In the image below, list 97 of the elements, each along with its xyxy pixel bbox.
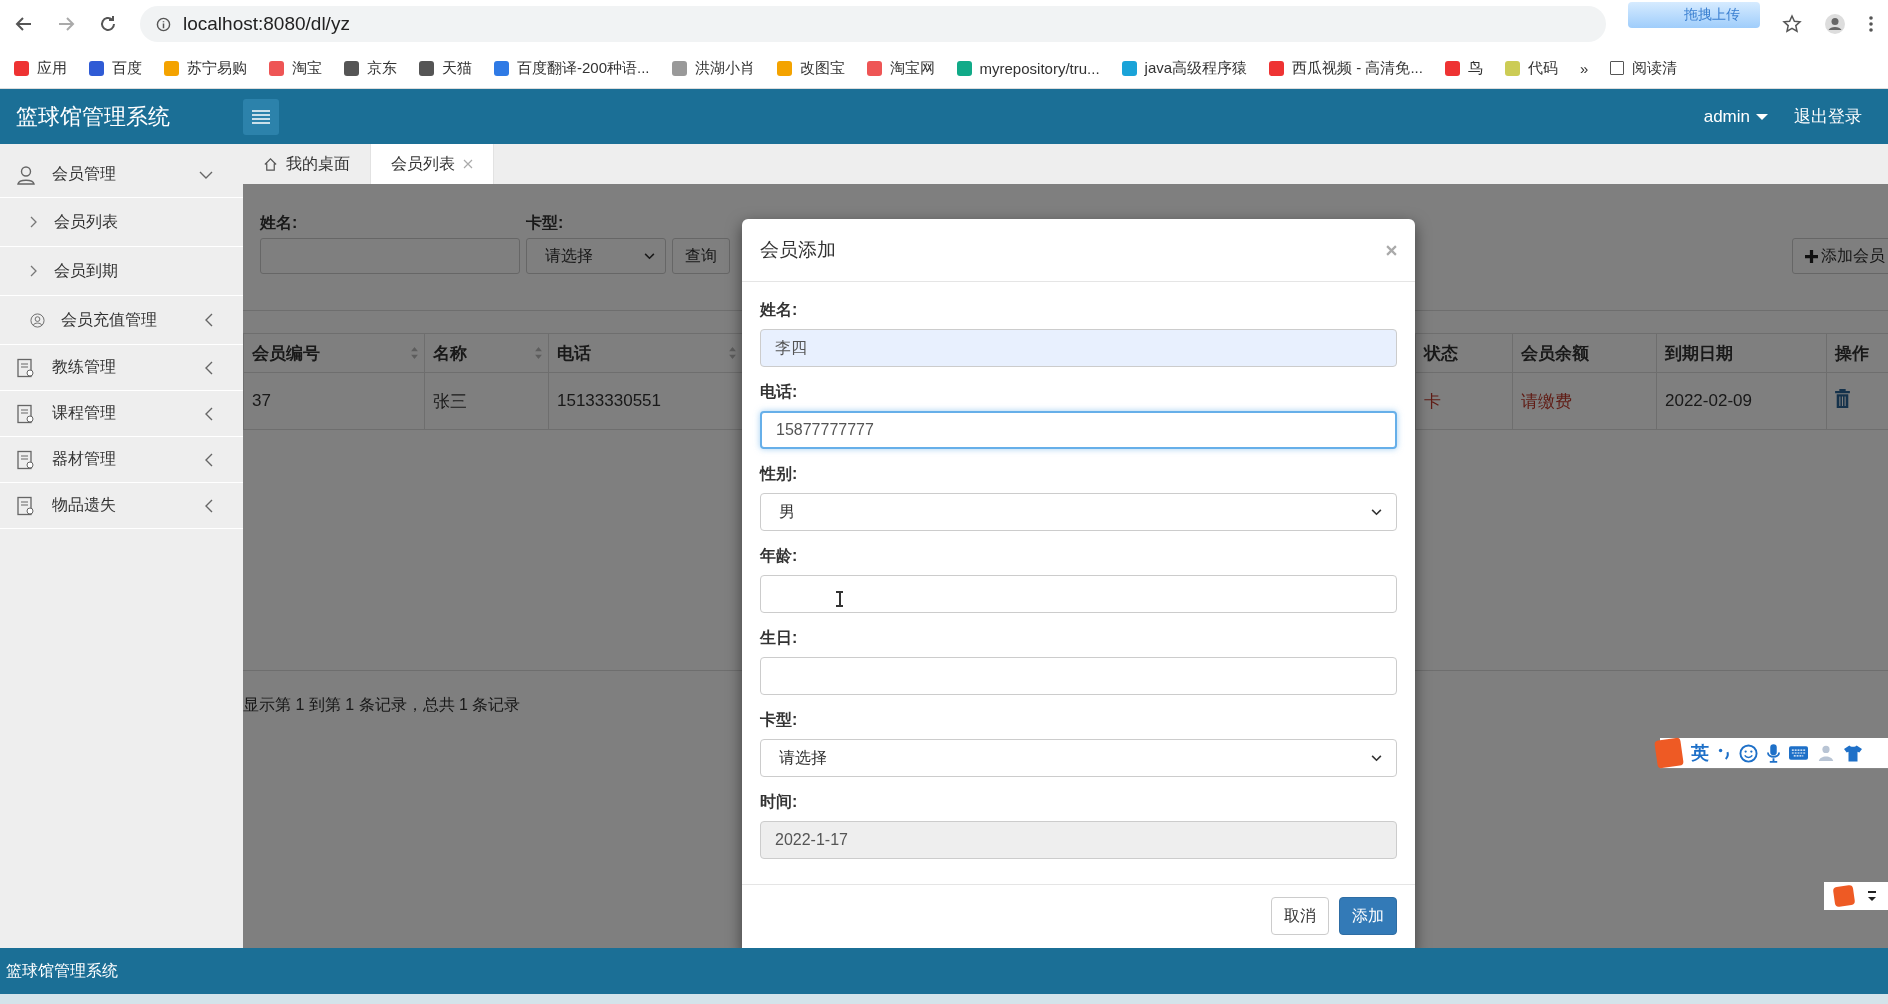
bookmark[interactable]: 西瓜视频 - 高清免... [1269, 58, 1423, 78]
sidebar-subitem[interactable]: 会员到期 [0, 247, 243, 296]
chevron-right-icon [30, 265, 38, 277]
more-bookmarks[interactable]: » [1579, 59, 1589, 77]
info-icon[interactable] [156, 16, 171, 32]
sidebar-item[interactable]: 器材管理 [0, 437, 243, 483]
sidebar-subitem[interactable]: 会员列表 [0, 198, 243, 247]
field-label: 卡型: [526, 213, 565, 233]
person-icon [16, 164, 36, 185]
expand-icon[interactable] [1868, 890, 1876, 902]
dropdown[interactable]: 请选择 [760, 739, 1397, 777]
column-header[interactable]: 电话 [548, 333, 743, 373]
input-field[interactable] [760, 575, 1397, 613]
menu-icon[interactable] [1868, 14, 1874, 34]
bookmark[interactable]: 代码 [1504, 58, 1558, 78]
address-bar[interactable]: localhost:8080/dl/yz [140, 6, 1606, 42]
field-label: 姓名: [260, 213, 299, 233]
query-button[interactable]: 查询 [672, 238, 730, 274]
star-icon[interactable] [1782, 14, 1802, 34]
bookmark[interactable]: 苏宁易购 [164, 58, 247, 78]
bookmark[interactable]: 京东 [344, 58, 397, 78]
cancel-button[interactable]: 取消 [1271, 897, 1329, 935]
bookmark[interactable]: 鸟 [1444, 58, 1483, 78]
bookmark[interactable]: 应用 [14, 58, 67, 78]
bookmark[interactable]: 天猫 [419, 58, 472, 78]
add-member-button[interactable]: 添加会员 [1792, 238, 1888, 274]
bookmark[interactable]: 百度 [89, 58, 142, 78]
input-field[interactable]: 李四 [760, 329, 1397, 367]
document-icon [16, 449, 36, 470]
profile-icon[interactable] [1824, 13, 1846, 35]
bookmark[interactable]: java高级程序猿 [1121, 58, 1248, 78]
user-circle-icon [30, 312, 45, 328]
close-icon[interactable] [1386, 244, 1397, 256]
caret-icon [1371, 754, 1382, 762]
sidebar-item[interactable]: 物品遗失 [0, 483, 243, 529]
trash-icon[interactable] [1835, 389, 1850, 408]
table-cell: 37 [243, 372, 425, 430]
field-label: 时间: [760, 792, 799, 812]
dialog-title: 会员添加 [760, 238, 836, 262]
ime-logo-icon[interactable] [1654, 737, 1684, 769]
app-title: 篮球馆管理系统 [15, 102, 171, 131]
microphone-icon[interactable] [1767, 743, 1780, 763]
dropdown[interactable]: 男 [760, 493, 1397, 531]
bookmark[interactable]: myrepository/tru... [956, 59, 1100, 77]
document-icon [16, 357, 36, 378]
field-label: 姓名: [760, 300, 799, 320]
bookmark[interactable]: 淘宝 [269, 58, 322, 78]
field-label: 电话: [760, 382, 799, 402]
plus-icon [1805, 249, 1818, 263]
document-icon [16, 403, 36, 424]
caret-icon [644, 252, 655, 260]
table-cell: 2022-02-09 [1656, 372, 1827, 430]
caret-icon [1371, 508, 1382, 516]
close-icon[interactable] [463, 159, 473, 169]
field-label: 卡型: [760, 710, 799, 730]
menu-toggle-button[interactable] [243, 98, 279, 135]
bookmark[interactable]: 改图宝 [776, 58, 845, 78]
field-label: 性别: [760, 464, 799, 484]
sidebar-subitem[interactable]: 会员充值管理 [0, 296, 243, 345]
pagination-info: 显示第 1 到第 1 条记录，总共 1 条记录 [243, 695, 521, 715]
tab[interactable]: 会员列表 [371, 144, 494, 184]
bookmark[interactable]: 洪湖小肖 [671, 58, 755, 78]
logout-link[interactable]: 退出登录 [1794, 105, 1862, 128]
sidebar-item[interactable]: 课程管理 [0, 391, 243, 437]
bookmark[interactable]: 淘宝网 [866, 58, 935, 78]
keyboard-icon[interactable] [1789, 746, 1808, 760]
user-menu[interactable]: admin [1703, 106, 1768, 127]
chevron-right-icon [30, 216, 38, 228]
shirt-icon[interactable] [1844, 744, 1862, 762]
home-icon [263, 156, 278, 172]
field-label: 年龄: [760, 546, 799, 566]
bookmark[interactable]: 百度翻译-200种语... [494, 58, 650, 78]
document-icon [16, 495, 36, 516]
column-header[interactable]: 操作 [1826, 333, 1888, 373]
footer-title: 篮球馆管理系统 [6, 960, 118, 981]
input-field[interactable] [760, 657, 1397, 695]
column-header[interactable]: 名称 [424, 333, 549, 373]
url-text: localhost:8080/dl/yz [183, 13, 350, 35]
ime-mode-toggle[interactable]: 英 [1691, 741, 1709, 765]
sidebar-item[interactable]: 会员管理 [0, 152, 243, 198]
add-button[interactable]: 添加 [1339, 897, 1397, 935]
column-header[interactable]: 到期日期 [1656, 333, 1827, 373]
smiley-icon[interactable] [1739, 743, 1758, 763]
input-field[interactable]: 15877777777 [760, 411, 1397, 449]
table-cell: 张三 [424, 372, 549, 430]
name-input-field[interactable] [260, 238, 520, 274]
ime-logo-icon[interactable] [1832, 884, 1856, 908]
table-cell: 请缴费 [1512, 372, 1657, 430]
reload-icon[interactable] [98, 14, 118, 34]
text-cursor-icon [836, 591, 843, 607]
column-header[interactable]: 会员编号 [243, 333, 425, 373]
sidebar-item[interactable]: 教练管理 [0, 345, 243, 391]
reading-list[interactable]: 阅读清 [1610, 58, 1678, 78]
hamburger-icon [252, 109, 270, 124]
card-type-dropdown[interactable]: 请选择 [526, 238, 666, 274]
field-label: 生日: [760, 628, 799, 648]
column-header[interactable]: 会员余额 [1512, 333, 1657, 373]
